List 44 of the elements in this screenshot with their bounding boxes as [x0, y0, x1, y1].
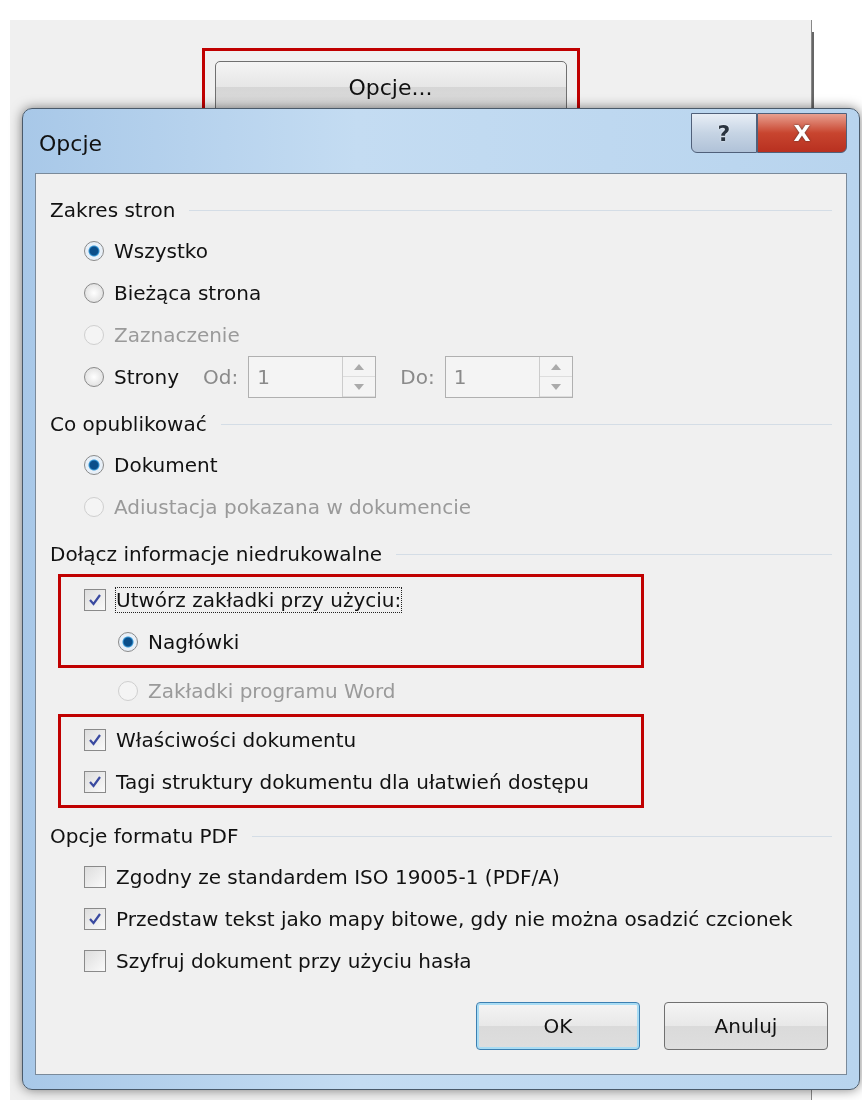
radio-button[interactable] — [84, 241, 104, 261]
radio-label: Strony — [114, 365, 180, 389]
radio-button[interactable] — [84, 283, 104, 303]
checkbox-label: Właściwości dokumentu — [116, 728, 357, 752]
radio-label: Zaznaczenie — [114, 323, 240, 347]
section-heading: Dołącz informacje niedrukowalne — [50, 542, 383, 566]
help-button[interactable]: ? — [691, 113, 757, 153]
checkbox-label: Zgodny ze standardem ISO 19005-1 (PDF/A) — [116, 865, 560, 889]
up-arrow-icon[interactable] — [354, 363, 365, 370]
radio-label: Bieżąca strona — [114, 281, 262, 305]
checkmark-icon — [88, 912, 102, 926]
section-heading: Opcje formatu PDF — [50, 824, 239, 848]
dialog-button[interactable]: Anuluj — [664, 1002, 828, 1050]
radio-label: Wszystko — [114, 239, 208, 263]
checkbox[interactable] — [84, 589, 106, 611]
checkbox-label: Szyfruj dokument przy użyciu hasła — [116, 949, 472, 973]
up-arrow-icon[interactable] — [550, 363, 561, 370]
checkmark-icon — [88, 733, 102, 747]
field-label: Od: — [203, 365, 239, 389]
field-label: Do: — [400, 365, 435, 389]
checkbox[interactable] — [84, 771, 106, 793]
close-button[interactable]: X — [757, 113, 847, 153]
checkbox-label: Przedstaw tekst jako mapy bitowe, gdy nie można osadzić czcionek — [116, 907, 793, 931]
checkbox[interactable] — [84, 908, 106, 930]
checkbox[interactable] — [84, 729, 106, 751]
radio-label: Adiustacja pokazana w dokumencie — [114, 495, 471, 519]
checkbox-label: Utwórz zakładki przy użyciu: — [116, 588, 402, 612]
checkbox[interactable] — [84, 950, 106, 972]
down-arrow-icon[interactable] — [354, 383, 365, 390]
dialog-button[interactable]: OK — [476, 1002, 640, 1050]
radio-button[interactable] — [84, 455, 104, 475]
radio-button[interactable] — [118, 632, 138, 652]
radio-label: Dokument — [114, 453, 218, 477]
radio-label: Zakładki programu Word — [148, 679, 396, 703]
checkbox-label: Tagi struktury dokumentu dla ułatwień dostępu — [116, 770, 589, 794]
radio-label: Nagłówki — [148, 630, 240, 654]
down-arrow-icon[interactable] — [550, 383, 561, 390]
radio-button[interactable] — [84, 367, 104, 387]
checkbox[interactable] — [84, 866, 106, 888]
section-heading: Zakres stron — [50, 198, 176, 222]
section-heading: Co opublikować — [50, 412, 207, 436]
checkmark-icon — [88, 775, 102, 789]
checkmark-icon — [88, 593, 102, 607]
window-title: Opcje — [39, 131, 104, 156]
